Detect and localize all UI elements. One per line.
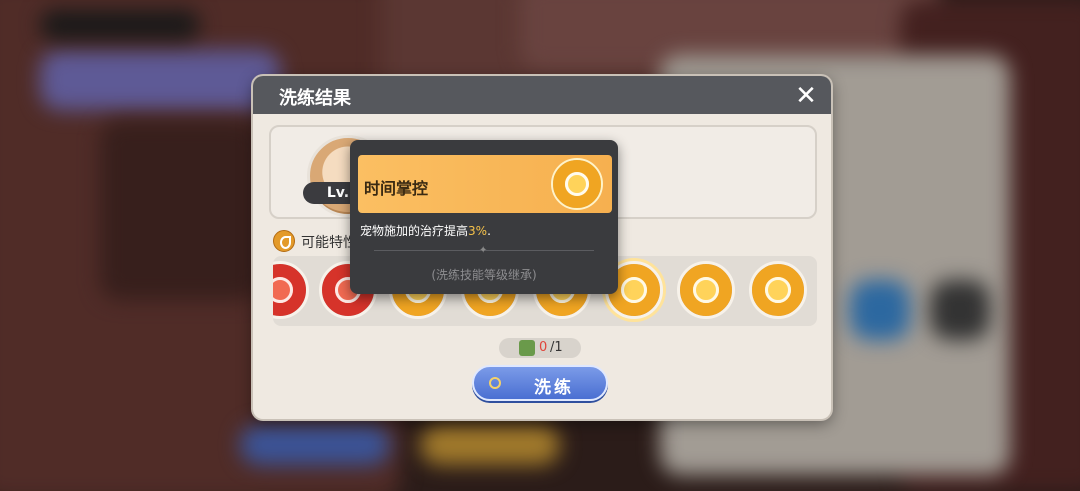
trait-icon — [273, 230, 295, 252]
tooltip-description: 宠物施加的治疗提高3%. — [360, 222, 491, 239]
time-mastery-icon — [551, 158, 603, 210]
flame-icon — [693, 277, 719, 303]
refine-button-label: 洗练 — [534, 378, 574, 398]
red-skill-icon — [273, 277, 293, 303]
tooltip-header: 时间掌控 — [358, 155, 612, 213]
dialog-title: 洗练结果 — [279, 88, 351, 109]
skill-item-8[interactable] — [749, 261, 807, 319]
refine-button[interactable]: 洗练 — [472, 365, 608, 401]
skill-item-1[interactable] — [273, 261, 309, 319]
skill-item-7[interactable] — [677, 261, 735, 319]
cost-current: 0 — [539, 340, 548, 355]
cost-total: /1 — [550, 340, 563, 355]
refine-item-icon — [519, 340, 535, 356]
dialog-title-bar: 洗练结果 ✕ — [253, 76, 831, 114]
close-icon[interactable]: ✕ — [793, 83, 819, 109]
star-burst-icon — [765, 277, 791, 303]
divider-ornament-icon: ✦ — [479, 245, 488, 256]
desc-prefix: 宠物施加的治疗提高 — [360, 224, 469, 238]
desc-suffix: . — [487, 224, 491, 238]
refine-cost-counter: 0 /1 — [499, 338, 581, 358]
time-mastery-icon — [621, 277, 647, 303]
tooltip-skill-name: 时间掌控 — [364, 179, 429, 198]
circle-icon — [489, 377, 501, 389]
skill-tooltip: 时间掌控 宠物施加的治疗提高3%. ✦ (洗练技能等级继承) — [350, 140, 618, 294]
desc-value: 3% — [468, 224, 488, 238]
tooltip-note: (洗练技能等级继承) — [431, 268, 537, 282]
traits-label: 可能特性 — [301, 235, 357, 251]
